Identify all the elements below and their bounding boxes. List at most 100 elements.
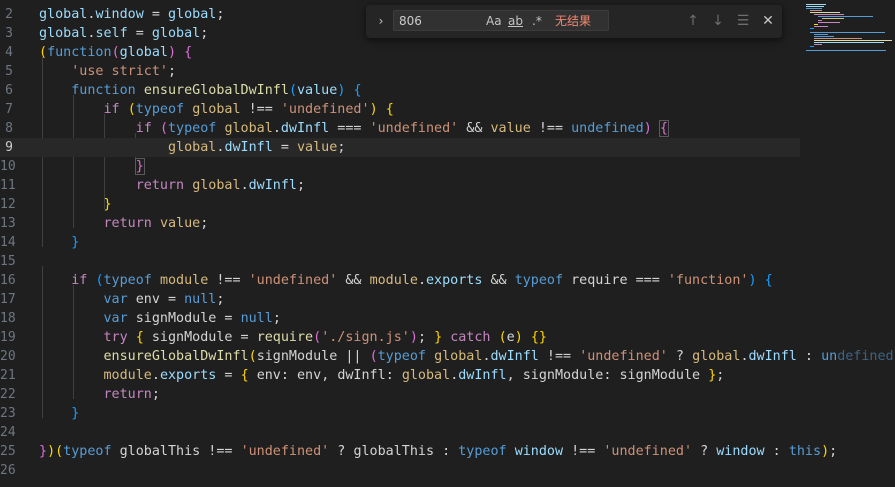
code-line[interactable]: 10 }: [0, 157, 800, 176]
code-text: ensureGlobalDwInfl(signModule || (typeof…: [103, 349, 895, 364]
line-number: 19: [0, 330, 16, 345]
code-text: })(typeof globalThis !== 'undefined' ? g…: [39, 444, 838, 459]
close-icon[interactable]: ✕: [759, 12, 777, 30]
minimap-line: [814, 42, 884, 43]
minimap-line: [818, 20, 822, 21]
code-line[interactable]: 8 if (typeof global.dwInfl === 'undefine…: [0, 119, 800, 138]
line-number: 4: [5, 45, 13, 60]
minimap-line: [818, 22, 840, 23]
code-text: if (typeof module !== 'undefined' && mod…: [71, 273, 773, 288]
arrow-up-icon[interactable]: ↑: [684, 12, 702, 30]
code-text: global.dwInfl = value;: [168, 140, 346, 155]
line-number: 14: [0, 235, 16, 250]
minimap-line: [806, 6, 824, 7]
line-number: 20: [0, 349, 16, 364]
code-text: try { signModule = require('./sign.js');…: [103, 330, 547, 345]
line-number: 23: [0, 406, 16, 421]
minimap-line: [806, 50, 886, 51]
minimap-line: [814, 38, 862, 39]
minimap[interactable]: [800, 0, 895, 487]
code-text: global.window = global;: [39, 7, 225, 22]
line-number: 7: [5, 102, 13, 117]
arrow-down-icon[interactable]: ↓: [709, 12, 727, 30]
line-number: 13: [0, 216, 16, 231]
minimap-line: [814, 24, 818, 25]
code-line[interactable]: 25 })(typeof globalThis !== 'undefined' ?…: [0, 442, 837, 461]
minimap-line: [806, 4, 826, 5]
minimap-line: [810, 12, 840, 13]
line-number: 12: [0, 197, 16, 212]
minimap-line: [822, 18, 844, 19]
code-text: 'use strict';: [71, 64, 177, 79]
code-text: (function(global) {: [39, 45, 193, 60]
code-line[interactable]: 6 function ensureGlobalDwInfl(value) {: [0, 81, 800, 100]
minimap-line: [814, 40, 892, 41]
code-line[interactable]: 4 (function(global) {: [0, 43, 800, 62]
minimap-line: [810, 46, 814, 47]
code-line[interactable]: 24: [0, 423, 800, 442]
code-text: if (typeof global.dwInfl === 'undefined'…: [135, 120, 669, 137]
chevron-right-icon[interactable]: ›: [374, 14, 388, 28]
line-number: 26: [0, 463, 16, 478]
code-line[interactable]: 22 return;: [0, 385, 800, 404]
minimap-line: [814, 26, 828, 27]
code-line[interactable]: 7 if (typeof global !== 'undefined') {: [0, 100, 800, 119]
code-text: }: [103, 197, 112, 212]
line-number: 16: [0, 273, 16, 288]
code-line[interactable]: 20 ensureGlobalDwInfl(signModule || (typ…: [0, 347, 895, 366]
code-text: module.exports = { env: env, dwInfl: glo…: [103, 368, 725, 383]
code-text: var signModule = null;: [103, 311, 281, 326]
code-text: }: [134, 158, 145, 175]
minimap-line: [814, 14, 844, 15]
line-number: 22: [0, 387, 16, 402]
minimap-line: [810, 28, 814, 29]
line-number: 24: [0, 425, 16, 440]
code-line[interactable]: 23 }: [0, 404, 800, 423]
minimap-line: [814, 44, 822, 45]
line-number: 25: [0, 444, 16, 459]
whole-word-button[interactable]: ab: [508, 13, 523, 29]
code-text: return value;: [103, 216, 209, 231]
line-number: 8: [5, 121, 13, 136]
code-line[interactable]: 21 module.exports = { env: env, dwInfl: …: [0, 366, 800, 385]
code-line[interactable]: 15: [0, 252, 800, 271]
code-line[interactable]: 19 try { signModule = require('./sign.js…: [0, 328, 800, 347]
code-text: }: [71, 235, 80, 250]
code-line[interactable]: 16 if (typeof module !== 'undefined' && …: [0, 271, 800, 290]
find-in-selection-icon[interactable]: ☰: [734, 12, 752, 30]
line-number: 17: [0, 292, 16, 307]
line-number: 10: [0, 159, 16, 174]
code-text: return global.dwInfl;: [135, 178, 306, 193]
code-line[interactable]: 18 var signModule = null;: [0, 309, 800, 328]
code-line[interactable]: 13 return value;: [0, 214, 800, 233]
code-line[interactable]: 5 'use strict';: [0, 62, 800, 81]
line-number: 18: [0, 311, 16, 326]
line-number: 5: [5, 64, 13, 79]
code-line-current[interactable]: 9 global.dwInfl = value;: [0, 138, 800, 157]
code-text: var env = null;: [103, 292, 225, 307]
regex-button[interactable]: .*: [532, 13, 542, 29]
code-text: return;: [103, 387, 160, 402]
code-text: function ensureGlobalDwInfl(value) {: [71, 83, 362, 98]
code-text: }: [71, 406, 80, 421]
minimap-line: [810, 32, 885, 33]
line-number: 21: [0, 368, 16, 383]
minimap-line: [814, 34, 828, 35]
code-line[interactable]: 17 var env = null;: [0, 290, 800, 309]
find-result-status: 无结果: [555, 14, 592, 28]
line-number: 2: [5, 7, 13, 22]
minimap-line: [810, 10, 822, 11]
line-number: 6: [5, 83, 13, 98]
minimap-line: [806, 8, 822, 9]
code-editor[interactable]: 2 global.window = global; 3 global.self = …: [0, 0, 895, 487]
match-case-button[interactable]: Aa: [486, 13, 502, 29]
code-text: global.self = global;: [39, 26, 209, 41]
line-number: 11: [0, 178, 16, 193]
line-number: 9: [5, 140, 13, 155]
code-line[interactable]: 11 return global.dwInfl;: [0, 176, 800, 195]
line-number: 3: [5, 26, 13, 41]
code-line[interactable]: 12 }: [0, 195, 800, 214]
line-number: 15: [0, 254, 16, 269]
code-line[interactable]: 26: [0, 461, 800, 480]
code-line[interactable]: 14 }: [0, 233, 800, 252]
